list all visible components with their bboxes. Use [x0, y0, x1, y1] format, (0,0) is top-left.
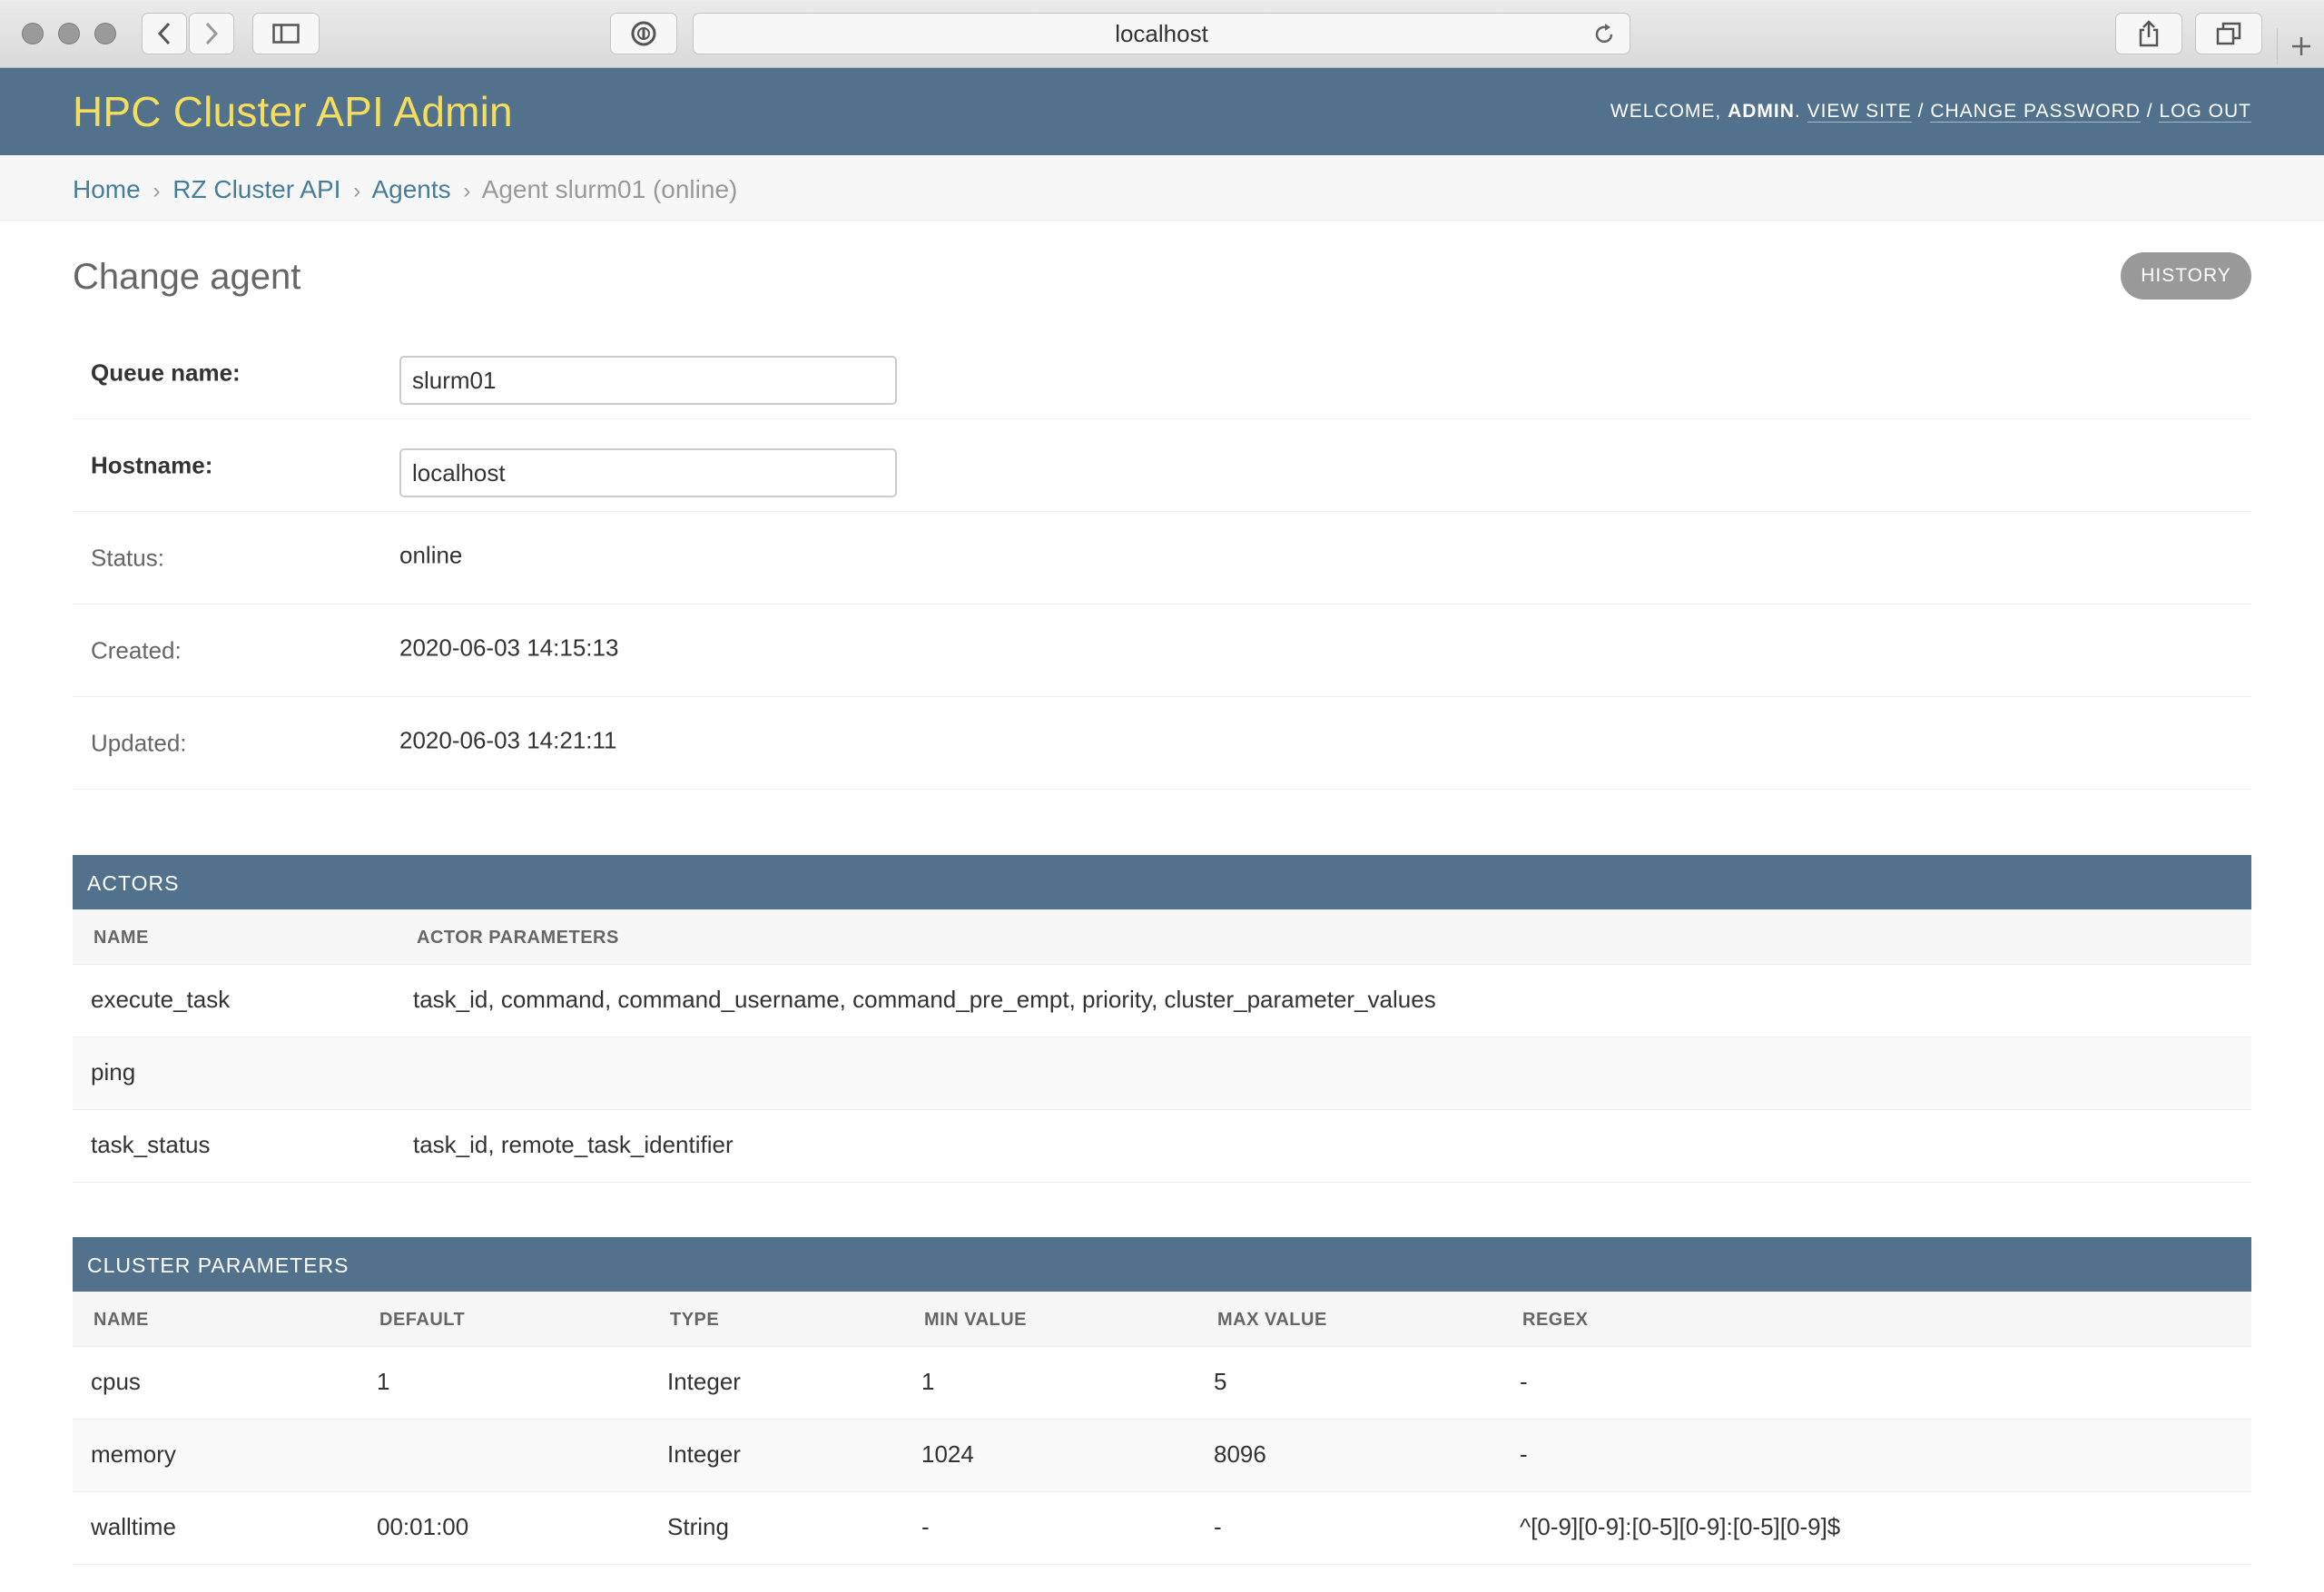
forward-button[interactable]	[189, 13, 234, 54]
user-tools-separator: /	[1917, 101, 1925, 122]
page-title: Change agent	[73, 257, 301, 297]
username: ADMIN	[1728, 101, 1795, 122]
column-header-min-value: MIN VALUE	[924, 1310, 1028, 1330]
log-out-link[interactable]: LOG OUT	[2159, 101, 2251, 123]
param-default-cell: 00:01:00	[377, 1513, 469, 1540]
column-header-max-value: MAX VALUE	[1217, 1310, 1327, 1330]
param-max-cell: -	[1214, 1513, 1222, 1540]
table-row: execute_task task_id, command, command_u…	[73, 965, 2251, 1037]
cluster-parameters-table-header: NAME DEFAULT TYPE MIN VALUE MAX VALUE RE…	[73, 1292, 2251, 1347]
actor-name-cell: execute_task	[91, 986, 231, 1013]
history-button[interactable]: HISTORY	[2121, 252, 2251, 300]
breadcrumb-app-link[interactable]: RZ Cluster API	[172, 175, 340, 203]
param-name-cell: cpus	[91, 1368, 141, 1395]
column-header-actor-parameters: ACTOR PARAMETERS	[417, 928, 619, 948]
tabs-icon	[2216, 22, 2241, 45]
breadcrumb-current: Agent slurm01 (online)	[481, 175, 738, 203]
param-name-cell: walltime	[91, 1513, 176, 1540]
breadcrumb-separator: ›	[463, 179, 471, 203]
chevron-right-icon	[205, 22, 219, 45]
column-header-regex: REGEX	[1522, 1310, 1589, 1330]
actors-inline: ACTORS NAME ACTOR PARAMETERS execute_tas…	[73, 855, 2251, 1183]
hostname-label: Hostname:	[91, 451, 213, 478]
sidebar-toggle-button[interactable]	[252, 13, 320, 54]
table-row: task_status task_id, remote_task_identif…	[73, 1110, 2251, 1183]
param-min-cell: -	[921, 1513, 930, 1540]
breadcrumb-model-link[interactable]: Agents	[371, 175, 450, 203]
url-text: localhost	[1115, 19, 1208, 47]
table-row: ping	[73, 1037, 2251, 1110]
password-icon	[631, 21, 656, 46]
param-max-cell: 8096	[1214, 1440, 1266, 1468]
form-row-hostname: Hostname:	[73, 419, 2251, 512]
queue-name-label: Queue name:	[91, 359, 241, 386]
back-button[interactable]	[142, 13, 187, 54]
site-header: HPC Cluster API Admin WELCOME, ADMIN. VI…	[0, 68, 2324, 155]
minimize-window-button[interactable]	[58, 23, 80, 44]
site-branding[interactable]: HPC Cluster API Admin	[73, 87, 513, 136]
form-row-status: Status: online	[73, 512, 2251, 604]
param-type-cell: String	[667, 1513, 729, 1540]
param-min-cell: 1024	[921, 1440, 974, 1468]
created-value: 2020-06-03 14:15:13	[399, 633, 619, 661]
param-regex-cell: -	[1520, 1440, 1528, 1468]
form-row-queue-name: Queue name:	[73, 327, 2251, 419]
updated-label: Updated:	[91, 729, 187, 756]
user-tools: WELCOME, ADMIN. VIEW SITE / CHANGE PASSW…	[1610, 101, 2251, 123]
browser-toolbar: localhost	[0, 0, 2324, 68]
param-min-cell: 1	[921, 1368, 935, 1395]
tabs-overview-button[interactable]	[2195, 13, 2262, 54]
column-header-type: TYPE	[670, 1310, 720, 1330]
form-row-updated: Updated: 2020-06-03 14:21:11	[73, 697, 2251, 790]
actor-name-cell: ping	[91, 1058, 136, 1086]
actor-params-cell: task_id, remote_task_identifier	[413, 1131, 734, 1158]
breadcrumb-separator: ›	[153, 179, 161, 203]
queue-name-field[interactable]	[399, 356, 897, 405]
welcome-text: WELCOME,	[1610, 101, 1722, 122]
breadcrumb-separator: ›	[353, 179, 361, 203]
cluster-parameters-inline: CLUSTER PARAMETERS NAME DEFAULT TYPE MIN…	[73, 1237, 2251, 1565]
status-value: online	[399, 540, 463, 568]
param-name-cell: memory	[91, 1440, 176, 1468]
breadcrumb-home-link[interactable]: Home	[73, 175, 141, 203]
reload-icon[interactable]	[1591, 22, 1617, 47]
actors-section-title: ACTORS	[73, 855, 2251, 909]
form-row-created: Created: 2020-06-03 14:15:13	[73, 604, 2251, 697]
view-site-link[interactable]: VIEW SITE	[1807, 101, 1912, 123]
param-regex-cell: ^[0-9][0-9]:[0-5][0-9]:[0-5][0-9]$	[1520, 1513, 1841, 1540]
user-tools-separator: /	[2146, 101, 2153, 122]
table-row: memory Integer 1024 8096 -	[73, 1420, 2251, 1492]
chevron-left-icon	[157, 22, 171, 45]
new-tab-button[interactable]	[2277, 28, 2324, 64]
hostname-field[interactable]	[399, 448, 897, 497]
share-icon	[2139, 20, 2159, 47]
table-row: cpus 1 Integer 1 5 -	[73, 1347, 2251, 1420]
param-type-cell: Integer	[667, 1368, 741, 1395]
cluster-parameters-section-title: CLUSTER PARAMETERS	[73, 1237, 2251, 1292]
column-header-name: NAME	[94, 1310, 149, 1330]
actor-name-cell: task_status	[91, 1131, 211, 1158]
sidebar-icon	[272, 24, 300, 44]
breadcrumb: Home › RZ Cluster API › Agents › Agent s…	[0, 155, 2324, 221]
table-row: walltime 00:01:00 String - - ^[0-9][0-9]…	[73, 1492, 2251, 1565]
updated-value: 2020-06-03 14:21:11	[399, 725, 617, 753]
column-header-default: DEFAULT	[379, 1310, 466, 1330]
zoom-window-button[interactable]	[94, 23, 116, 44]
close-window-button[interactable]	[22, 23, 44, 44]
actors-table-header: NAME ACTOR PARAMETERS	[73, 909, 2251, 965]
password-manager-button[interactable]	[610, 13, 677, 54]
param-type-cell: Integer	[667, 1440, 741, 1468]
param-max-cell: 5	[1214, 1368, 1227, 1395]
column-header-name: NAME	[94, 928, 149, 948]
param-default-cell: 1	[377, 1368, 390, 1395]
status-label: Status:	[91, 544, 164, 571]
share-button[interactable]	[2115, 13, 2182, 54]
change-password-link[interactable]: CHANGE PASSWORD	[1930, 101, 2141, 123]
actor-params-cell: task_id, command, command_username, comm…	[413, 986, 1436, 1013]
param-regex-cell: -	[1520, 1368, 1528, 1395]
created-label: Created:	[91, 636, 182, 663]
agent-form: Queue name: Hostname: Status: online Cre…	[73, 327, 2251, 790]
address-bar[interactable]: localhost	[693, 13, 1630, 54]
plus-icon	[2291, 37, 2310, 55]
